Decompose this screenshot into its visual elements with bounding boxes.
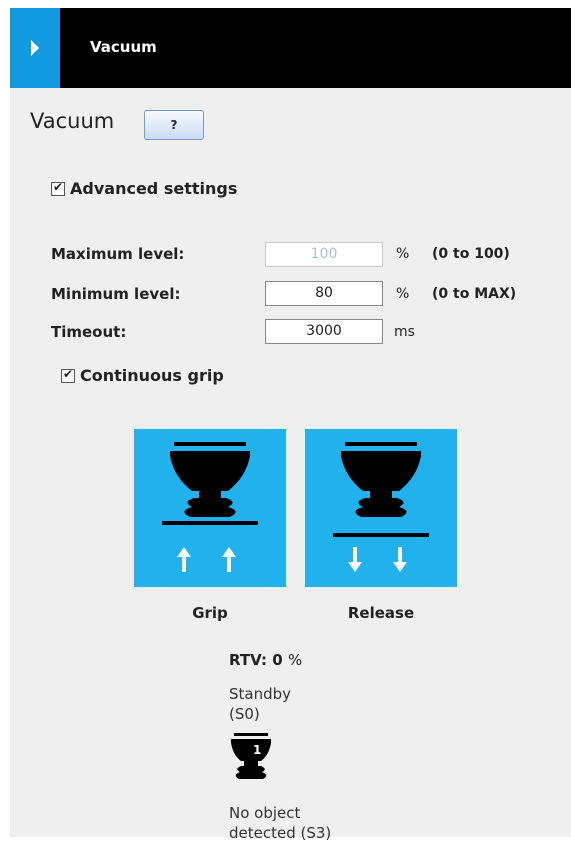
object-line-2: detected (S3) [229,824,332,842]
section-title: Vacuum [30,109,115,133]
timeout-input[interactable]: 3000 [265,319,383,344]
rtv-value: 0 [272,651,283,669]
timeout-label: Timeout: [51,323,127,341]
max-level-range: (0 to 100) [432,246,510,262]
header-title: Vacuum [90,38,157,56]
grip-button[interactable] [134,429,286,587]
continuous-grip-label: Continuous grip [80,366,224,385]
min-level-input[interactable]: 80 [265,281,383,306]
release-icon [333,442,429,572]
state-line-2: (S0) [229,705,260,723]
max-level-label: Maximum level: [51,245,185,263]
grip-label: Grip [192,604,228,622]
min-level-unit: % [396,286,410,302]
help-button[interactable]: ? [144,110,204,140]
continuous-grip-checkbox[interactable] [61,367,75,383]
timeout-unit: ms [394,324,415,340]
release-button[interactable] [305,429,457,587]
release-label: Release [347,604,415,622]
advanced-settings-label: Advanced settings [70,179,238,198]
grip-icon [162,442,258,572]
max-level-input[interactable]: 100 [265,242,383,267]
state-line-1: Standby [229,685,292,703]
min-level-label: Minimum level: [51,285,181,303]
rtv-readout: RTV: 0 % [229,651,302,669]
object-detection-status: No object detected (S3) [229,803,331,843]
continuous-grip-row[interactable]: Continuous grip [61,366,224,385]
vacuum-cup-status-icon: 1 [229,733,273,793]
cup-number: 1 [253,743,261,757]
object-line-1: No object [229,804,301,822]
gripper-state: Standby (S0) [229,684,291,724]
chevron-right-icon [31,40,39,56]
collapse-toggle[interactable] [10,8,60,88]
advanced-settings-checkbox[interactable] [51,180,65,196]
max-level-unit: % [396,246,410,262]
min-level-range: (0 to MAX) [432,286,517,302]
rtv-unit: % [287,651,303,669]
advanced-settings-row[interactable]: Advanced settings [51,179,237,198]
rtv-label: RTV: [229,651,268,669]
header-bar: Vacuum [10,8,571,88]
